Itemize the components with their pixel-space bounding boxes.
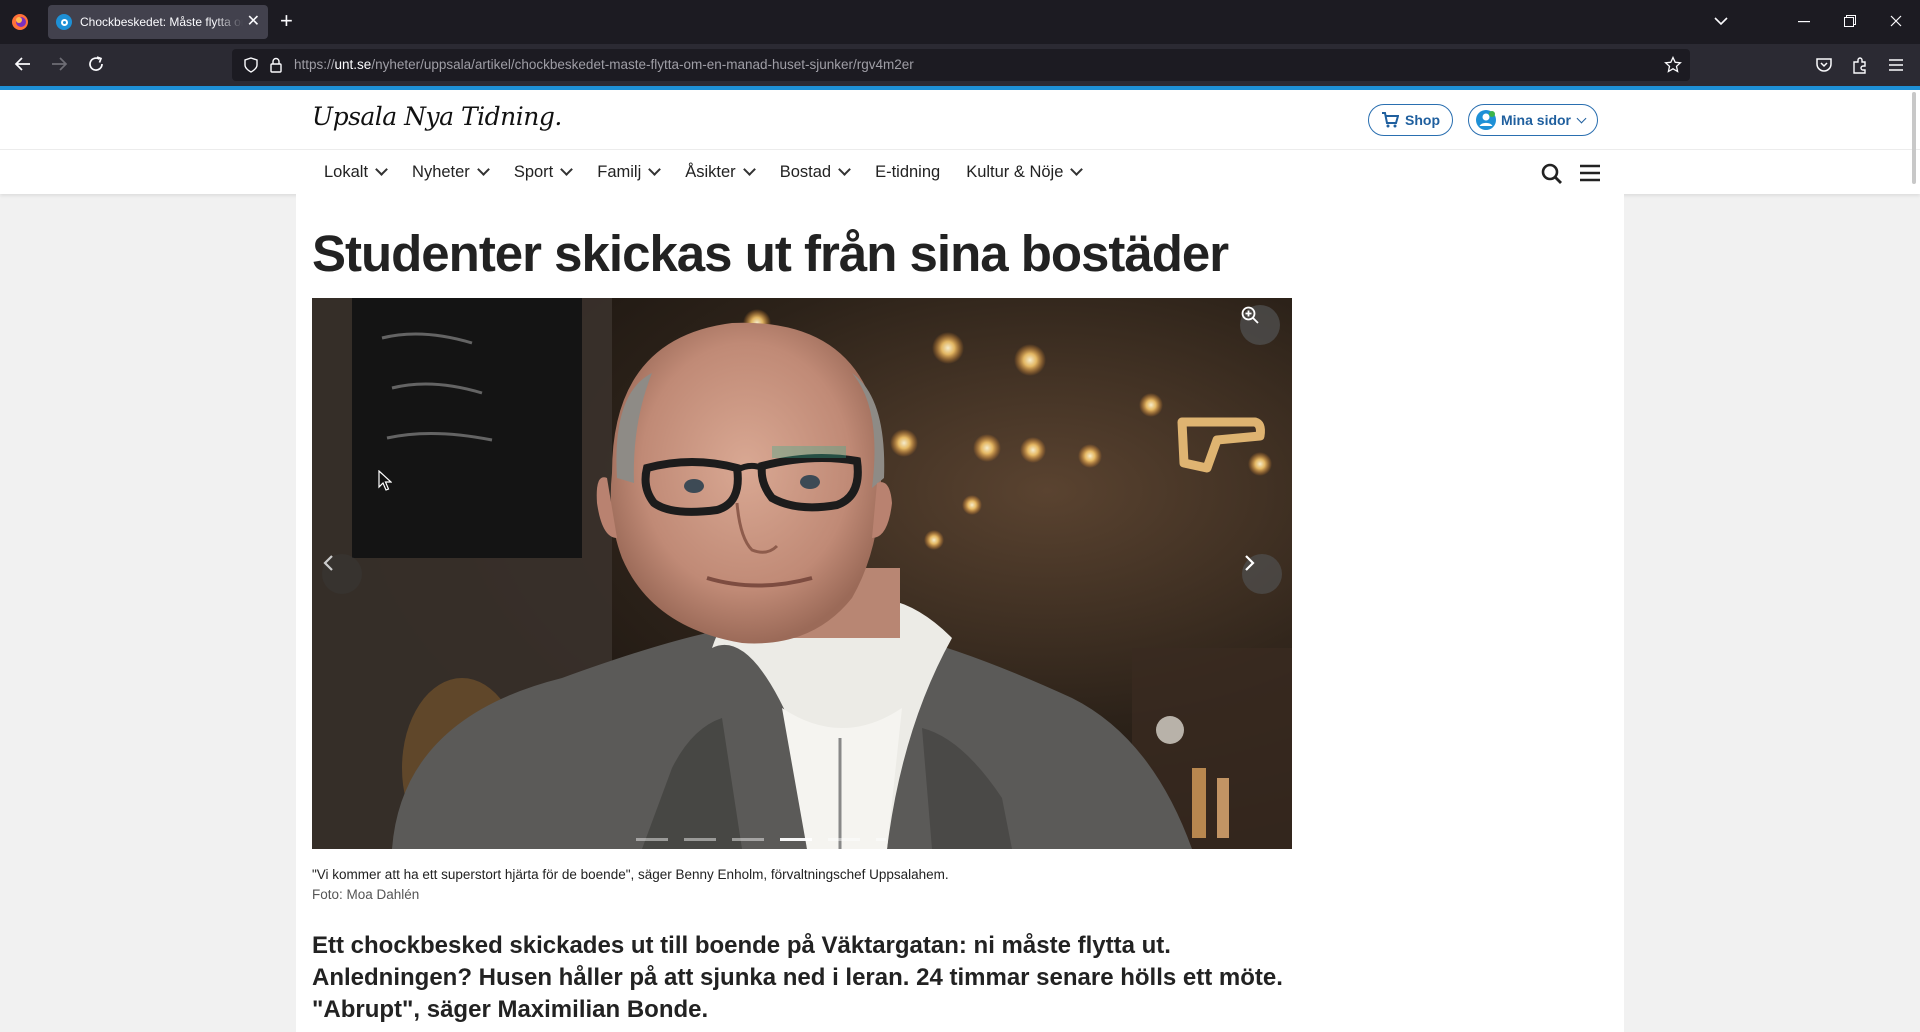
tab-title: Chockbeskedet: Måste flytta om en månad [80, 15, 243, 29]
nav-item-lokalt[interactable]: Lokalt [324, 162, 388, 182]
new-tab-icon[interactable]: + [280, 10, 293, 32]
nav-item-sport[interactable]: Sport [513, 162, 574, 182]
article: Studenter skickas ut från sina bostäder [296, 194, 1624, 1032]
nav-item-nyheter[interactable]: Nyheter [412, 162, 490, 182]
chevron-down-icon [742, 163, 756, 176]
chevron-down-icon [560, 163, 574, 176]
chevron-down-icon [1576, 113, 1587, 123]
nav-item-label: Åsikter [685, 162, 736, 181]
gallery-indicator-dot[interactable] [684, 838, 716, 841]
page-scrollbar[interactable] [1912, 92, 1916, 184]
tracking-protection-icon[interactable] [244, 57, 258, 73]
nav-item-familj[interactable]: Familj [597, 162, 662, 182]
address-bar[interactable]: https://unt.se/nyheter/uppsala/artikel/c… [232, 49, 1690, 81]
tab-bar: Chockbeskedet: Måste flytta om en månad … [0, 0, 1920, 44]
gallery-indicator-dot[interactable] [732, 838, 764, 841]
nav-item-bostad[interactable]: Bostad [779, 162, 851, 182]
cart-icon [1382, 112, 1399, 128]
gallery-indicators [636, 838, 902, 841]
nav-item-label: Nyheter [412, 162, 470, 181]
close-tab-icon[interactable]: ✕ [247, 14, 260, 30]
search-icon[interactable] [1540, 162, 1564, 186]
nav-item-åsikter[interactable]: Åsikter [685, 162, 756, 182]
site-logo[interactable]: Upsala Nya Tidning. [312, 102, 562, 131]
chevron-down-icon [838, 163, 851, 176]
chevron-down-icon [476, 163, 490, 176]
gallery-indicator-dot[interactable] [876, 838, 886, 841]
nav-item-kultur-nöje[interactable]: Kultur & Nöje [966, 162, 1084, 182]
bookmark-star-icon[interactable] [1664, 56, 1682, 74]
nav-item-label: Kultur & Nöje [966, 162, 1064, 181]
user-avatar-icon [1476, 110, 1496, 130]
hamburger-menu-icon[interactable] [1578, 162, 1602, 184]
close-window-icon[interactable] [1890, 15, 1902, 27]
image-credit: Foto: Moa Dahlén [312, 887, 420, 902]
article-headline: Studenter skickas ut från sina bostäder [312, 225, 1229, 282]
chevron-right-icon [1245, 555, 1255, 571]
chevron-down-icon [1070, 163, 1084, 176]
shop-label: Shop [1405, 112, 1440, 128]
reload-icon[interactable] [87, 55, 105, 73]
chevron-down-icon [648, 163, 662, 176]
chevron-down-icon [375, 163, 388, 176]
app-menu-icon[interactable] [1886, 55, 1906, 75]
gallery-indicator-dot[interactable] [636, 838, 668, 841]
browser-tab-active[interactable]: Chockbeskedet: Måste flytta om en månad … [48, 5, 268, 39]
forward-icon[interactable] [50, 55, 68, 73]
image-caption: "Vi kommer att ha ett superstort hjärta … [312, 867, 949, 882]
nav-item-e-tidning[interactable]: E-tidning [875, 163, 940, 182]
mina-sidor-label: Mina sidor [1501, 112, 1572, 128]
mouse-cursor-icon [378, 470, 392, 491]
list-tabs-icon[interactable] [1714, 16, 1728, 26]
site-header: Upsala Nya Tidning. Shop Mina sidor [0, 90, 1920, 150]
firefox-icon[interactable] [11, 13, 29, 31]
url-text[interactable]: https://unt.se/nyheter/uppsala/artikel/c… [294, 57, 914, 72]
gallery-prev-button[interactable] [322, 554, 362, 594]
gallery-indicator-dot[interactable] [828, 838, 860, 841]
lock-icon[interactable] [270, 57, 282, 73]
url-prefix: https:// [294, 57, 335, 72]
url-domain: unt.se [334, 57, 372, 72]
back-icon[interactable] [14, 55, 32, 73]
gallery-indicator-dot[interactable] [780, 838, 812, 841]
article-lead: Ett chockbesked skickades ut till boende… [312, 932, 1283, 1023]
shop-button[interactable]: Shop [1368, 104, 1453, 136]
zoom-in-icon [1241, 306, 1259, 324]
nav-item-label: Familj [597, 162, 642, 181]
nav-item-label: E-tidning [875, 162, 941, 181]
restore-icon[interactable] [1844, 15, 1856, 27]
site-favicon-icon [56, 14, 72, 30]
zoom-button[interactable] [1240, 305, 1280, 345]
nav-items: Lokalt Nyheter Sport Familj Åsikter Bostad E-t… [324, 150, 1107, 194]
chevron-left-icon [323, 555, 333, 571]
nav-item-label: Lokalt [324, 162, 369, 181]
nav-item-label: Bostad [779, 162, 832, 181]
url-path: /nyheter/uppsala/artikel/chockbeskedet-m… [371, 57, 914, 72]
browser-toolbar: https://unt.se/nyheter/uppsala/artikel/c… [0, 44, 1920, 86]
gallery-next-button[interactable] [1242, 554, 1282, 594]
nav-item-label: Sport [513, 162, 554, 181]
extensions-icon[interactable] [1850, 55, 1870, 75]
main-navigation: Lokalt Nyheter Sport Familj Åsikter Bostad E-t… [0, 150, 1920, 194]
minimize-icon[interactable] [1798, 21, 1810, 23]
mina-sidor-button[interactable]: Mina sidor [1468, 104, 1599, 136]
pocket-icon[interactable] [1814, 55, 1834, 75]
portrait-photo [312, 298, 1292, 849]
article-image[interactable] [312, 298, 1292, 849]
